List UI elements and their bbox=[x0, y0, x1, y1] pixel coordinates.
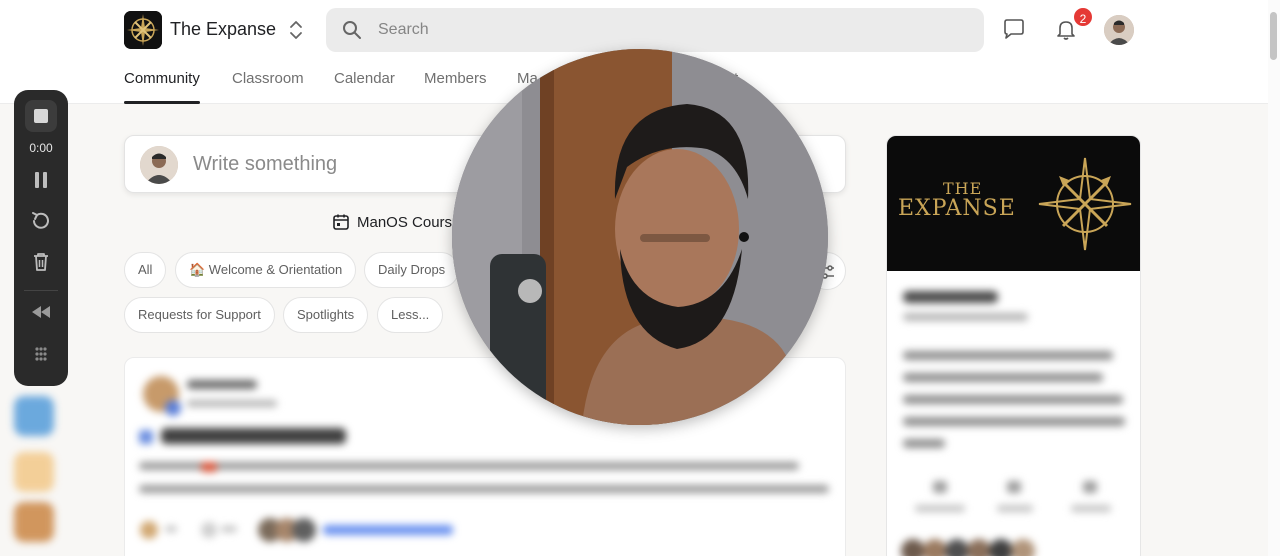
recording-timer: 0:00 bbox=[29, 141, 53, 155]
delete-button[interactable] bbox=[29, 250, 53, 274]
filter-chip-requests[interactable]: Requests for Support bbox=[124, 297, 275, 333]
composer-placeholder: Write something bbox=[193, 153, 338, 175]
group-about-card: THE EXPANSE bbox=[886, 135, 1141, 556]
screen-recorder-toolbar: 0:00 bbox=[14, 90, 68, 386]
tab-members[interactable]: Members bbox=[424, 70, 487, 104]
search-bar[interactable] bbox=[326, 8, 984, 52]
chat-button[interactable] bbox=[1002, 17, 1026, 41]
chat-icon bbox=[1004, 19, 1024, 39]
user-avatar[interactable] bbox=[1104, 15, 1134, 45]
avatar-photo bbox=[140, 146, 178, 184]
pause-button[interactable] bbox=[29, 168, 53, 192]
dock-app-icon[interactable] bbox=[14, 452, 54, 492]
rewind-button[interactable] bbox=[29, 300, 53, 324]
filter-chip-less[interactable]: Less... bbox=[377, 297, 444, 333]
webcam-feed bbox=[452, 49, 828, 425]
pause-icon bbox=[35, 172, 47, 188]
rewind-icon bbox=[32, 306, 50, 318]
filter-chip-spotlights[interactable]: Spotlights bbox=[283, 297, 369, 333]
event-title: ManOS Course bbox=[357, 214, 461, 231]
page-scrollbar[interactable] bbox=[1268, 0, 1280, 556]
tab-classroom[interactable]: Classroom bbox=[232, 70, 304, 104]
about-content-blurred bbox=[887, 271, 1140, 556]
drag-handle[interactable] bbox=[29, 342, 53, 366]
filter-chip-daily-drops[interactable]: Daily Drops bbox=[364, 252, 460, 288]
filter-chip-all[interactable]: All bbox=[124, 252, 167, 288]
restart-button[interactable] bbox=[29, 209, 53, 233]
compass-emblem-icon bbox=[1038, 157, 1132, 251]
search-icon bbox=[343, 21, 361, 39]
filter-chip-welcome[interactable]: 🏠 Welcome & Orientation bbox=[175, 252, 357, 288]
tab-community[interactable]: Community bbox=[124, 70, 200, 104]
scrollbar-thumb[interactable] bbox=[1270, 12, 1277, 60]
avatar-photo bbox=[1104, 15, 1134, 45]
group-name[interactable]: The Expanse bbox=[170, 19, 276, 40]
stop-recording-button[interactable] bbox=[25, 100, 57, 132]
group-logo[interactable] bbox=[124, 11, 162, 49]
tab-calendar[interactable]: Calendar bbox=[334, 70, 395, 104]
group-switcher-icon[interactable] bbox=[288, 19, 304, 41]
compass-logo-icon bbox=[124, 11, 162, 49]
toolbar-divider bbox=[24, 290, 58, 291]
restart-icon bbox=[32, 212, 49, 229]
calendar-icon bbox=[333, 214, 349, 230]
dock-app-icon[interactable] bbox=[14, 502, 54, 542]
banner-word-expanse: EXPANSE bbox=[898, 196, 1016, 221]
group-banner: THE EXPANSE bbox=[887, 136, 1140, 271]
dock-app-icon[interactable] bbox=[14, 396, 54, 436]
grip-dots-icon bbox=[35, 347, 47, 361]
search-input[interactable] bbox=[378, 8, 958, 52]
trash-icon bbox=[34, 253, 48, 271]
composer-avatar bbox=[140, 146, 178, 184]
webcam-overlay[interactable] bbox=[452, 49, 828, 425]
notification-badge: 2 bbox=[1072, 6, 1094, 28]
